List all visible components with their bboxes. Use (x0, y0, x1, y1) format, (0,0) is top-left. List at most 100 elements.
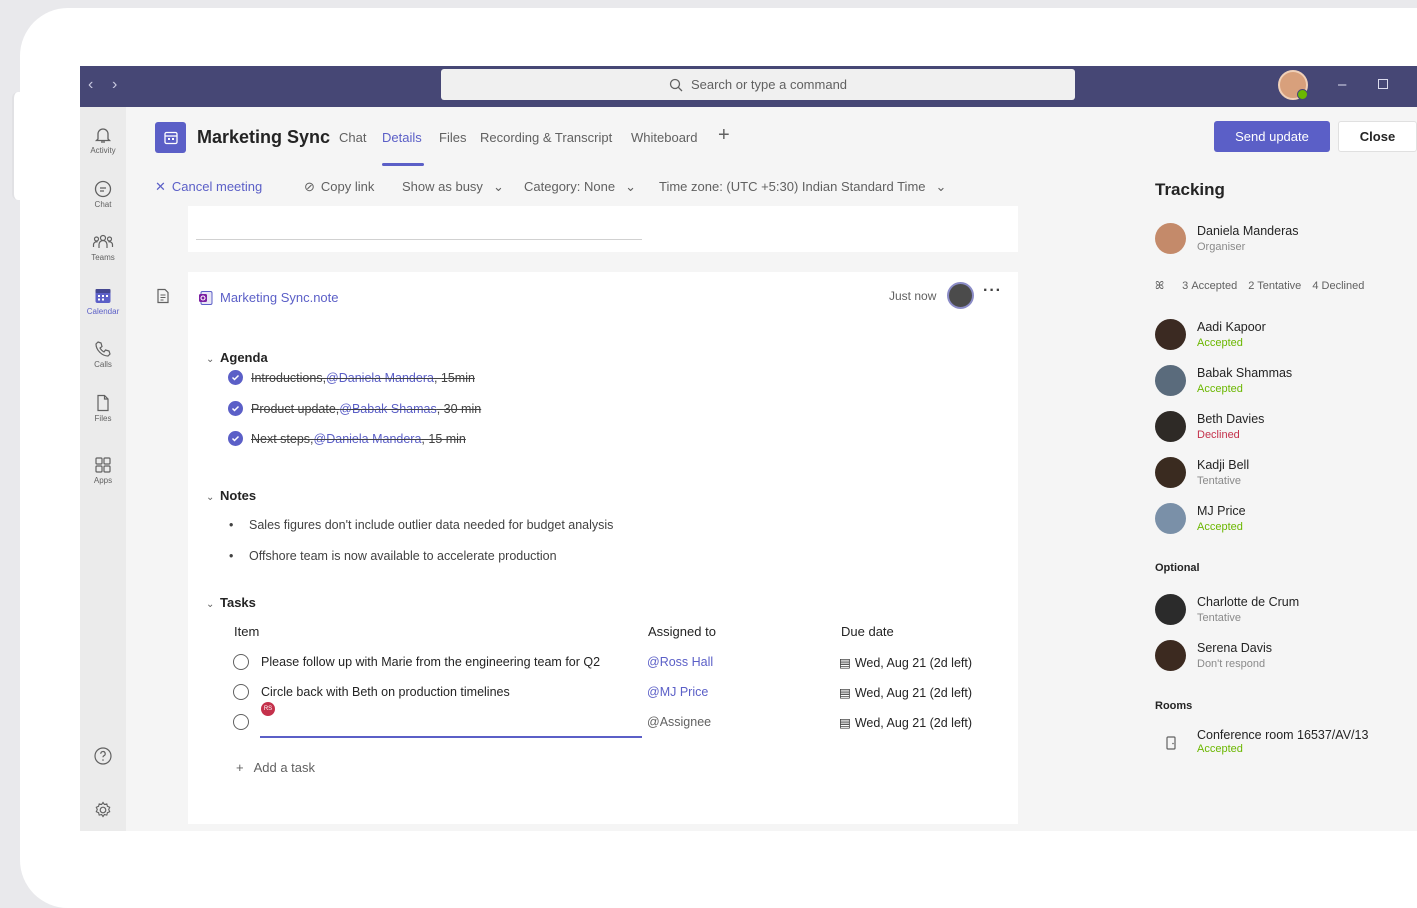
checked-icon[interactable] (228, 431, 243, 446)
task-row: RS @Assignee ▤ Wed, Aug 21 (2d left) (188, 700, 1018, 738)
tab-recording-transcript[interactable]: Recording & Transcript (480, 130, 612, 145)
help-button[interactable] (80, 746, 126, 766)
timezone-dropdown[interactable]: Time zone: (UTC +5:30) Indian Standard T… (659, 179, 946, 195)
agenda-section-toggle[interactable]: ⌄ Agenda (206, 350, 268, 365)
category-dropdown[interactable]: Category: None ⌄ (524, 179, 636, 195)
checked-icon[interactable] (228, 401, 243, 416)
agenda-item[interactable]: Next steps, @Daniela Mandera, 15 min (228, 431, 466, 446)
minimize-icon[interactable]: – (1338, 76, 1346, 93)
loop-file-link[interactable]: Marketing Sync.note (220, 290, 339, 305)
meeting-title: Marketing Sync (197, 127, 331, 147)
note-item[interactable]: Offshore team is now available to accele… (229, 549, 557, 563)
due-date-text: Wed, Aug 21 (2d left) (854, 715, 973, 730)
description-card (188, 206, 1018, 252)
plus-icon: + (236, 760, 244, 775)
note-side-icon[interactable] (156, 288, 170, 304)
tab-details[interactable]: Details (382, 130, 422, 145)
task-row: Circle back with Beth on production time… (188, 677, 1018, 707)
avatar (1155, 503, 1186, 534)
details-content: Marketing Sync.note Just now ··· ⌄ Agenda… (126, 206, 1150, 831)
loop-note-card: Marketing Sync.note Just now ··· ⌄ Agenda… (188, 272, 1018, 824)
task-checkbox[interactable] (233, 654, 249, 670)
attendee-row[interactable]: Charlotte de Crum Tentative (1155, 594, 1415, 634)
maximize-icon[interactable] (1378, 79, 1388, 89)
link-icon: ⊘ (304, 179, 315, 194)
settings-button[interactable] (80, 800, 126, 820)
task-due-date[interactable]: ▤ Wed, Aug 21 (2d left) (839, 715, 973, 731)
copy-link-button[interactable]: ⊘ Copy link (304, 179, 374, 195)
task-due-date[interactable]: ▤ Wed, Aug 21 (2d left) (839, 685, 972, 701)
chevron-down-icon: ⌄ (492, 179, 504, 194)
agenda-item[interactable]: Introductions, @Daniela Mandera, 15min (228, 370, 475, 385)
tasks-section-toggle[interactable]: ⌄ Tasks (206, 595, 256, 610)
attendee-row[interactable]: Kadji Bell Tentative (1155, 457, 1415, 497)
note-item[interactable]: Sales figures don't include outlier data… (229, 518, 613, 532)
task-assignee[interactable]: @Ross Hall (647, 655, 713, 669)
device-notch (12, 92, 26, 200)
back-arrow-icon[interactable]: ‹ (88, 76, 93, 94)
avatar (1155, 365, 1186, 396)
rail-label: Teams (91, 253, 115, 262)
teams-icon (92, 234, 114, 248)
more-options-icon[interactable]: ··· (983, 282, 1002, 300)
task-checkbox[interactable] (233, 684, 249, 700)
task-assignee[interactable]: @MJ Price (647, 685, 708, 699)
user-avatar[interactable] (1278, 70, 1308, 100)
send-update-button[interactable]: Send update (1214, 121, 1330, 152)
checked-icon[interactable] (228, 370, 243, 385)
file-icon (97, 394, 109, 412)
attendee-status: Declined (1197, 429, 1240, 441)
add-tab-icon[interactable]: + (718, 124, 730, 147)
attendee-status: Accepted (1197, 521, 1243, 533)
attendee-row[interactable]: Beth Davies Declined (1155, 411, 1415, 451)
timezone-label: Time zone: (UTC +5:30) Indian Standard T… (659, 179, 926, 194)
chevron-down-icon: ⌄ (625, 179, 636, 194)
meeting-toolbar: ✕ Cancel meeting ⊘ Copy link Show as busy ⌄… (126, 166, 1150, 206)
rail-item-teams[interactable]: Teams (80, 232, 126, 262)
attendee-name: Babak Shammas (1197, 366, 1293, 380)
show-as-dropdown[interactable]: Show as busy ⌄ (402, 179, 504, 195)
tab-chat[interactable]: Chat (339, 130, 366, 145)
avatar (1155, 594, 1186, 625)
mention[interactable]: @Babak Shamas (339, 402, 436, 416)
notes-section-toggle[interactable]: ⌄ Notes (206, 488, 256, 503)
attendee-status: Accepted (1197, 383, 1243, 395)
tab-whiteboard[interactable]: Whiteboard (631, 130, 697, 145)
mention[interactable]: @Daniela Mandera (326, 371, 434, 385)
rail-item-activity[interactable]: Activity (80, 125, 126, 155)
bell-icon (94, 128, 112, 143)
task-assignee-placeholder[interactable]: @Assignee (647, 715, 711, 729)
tentative-count: 2 Tentative (1248, 280, 1302, 292)
search-placeholder: Search or type a command (690, 77, 848, 92)
title-bar: ‹ › Search or type a command – (80, 66, 1417, 107)
attendee-row[interactable]: Serena Davis Don't respond (1155, 640, 1415, 680)
task-item-text[interactable]: Please follow up with Marie from the eng… (261, 655, 600, 669)
task-checkbox[interactable] (233, 714, 249, 730)
attendee-organizer[interactable]: Daniela Manderas Organiser (1155, 223, 1415, 263)
search-box[interactable]: Search or type a command (441, 69, 1075, 100)
cancel-meeting-button[interactable]: ✕ Cancel meeting (155, 179, 262, 195)
agenda-item[interactable]: Product update, @Babak Shamas, 30 min (228, 401, 481, 416)
forward-arrow-icon[interactable]: › (112, 76, 117, 94)
task-due-date[interactable]: ▤ Wed, Aug 21 (2d left) (839, 655, 973, 671)
attendee-name: Aadi Kapoor (1197, 320, 1266, 334)
rail-item-files[interactable]: Files (80, 393, 126, 423)
due-date-text: Wed, Aug 21 (2d left) (854, 655, 973, 670)
rail-item-calls[interactable]: Calls (80, 339, 126, 369)
rail-item-chat[interactable]: Chat (80, 179, 126, 209)
agenda-duration: , 30 min (436, 401, 482, 416)
rail-item-calendar[interactable]: Calendar (80, 286, 126, 316)
attendee-row[interactable]: Aadi Kapoor Accepted (1155, 319, 1415, 359)
tab-files[interactable]: Files (439, 130, 466, 145)
attendee-row[interactable]: MJ Price Accepted (1155, 503, 1415, 543)
room-row[interactable]: Conference room 16537/AV/13 Accepted (1155, 727, 1415, 767)
add-task-button[interactable]: + Add a task (236, 760, 315, 775)
close-button[interactable]: Close (1338, 121, 1417, 152)
agenda-duration: , 15min (433, 370, 475, 385)
attendee-row[interactable]: Babak Shammas Accepted (1155, 365, 1415, 405)
loop-icon (199, 291, 213, 305)
mention[interactable]: @Daniela Mandera (314, 432, 422, 446)
rail-item-apps[interactable]: Apps (80, 455, 126, 485)
task-item-text[interactable]: Circle back with Beth on production time… (261, 685, 510, 699)
notes-heading: Notes (220, 488, 257, 503)
